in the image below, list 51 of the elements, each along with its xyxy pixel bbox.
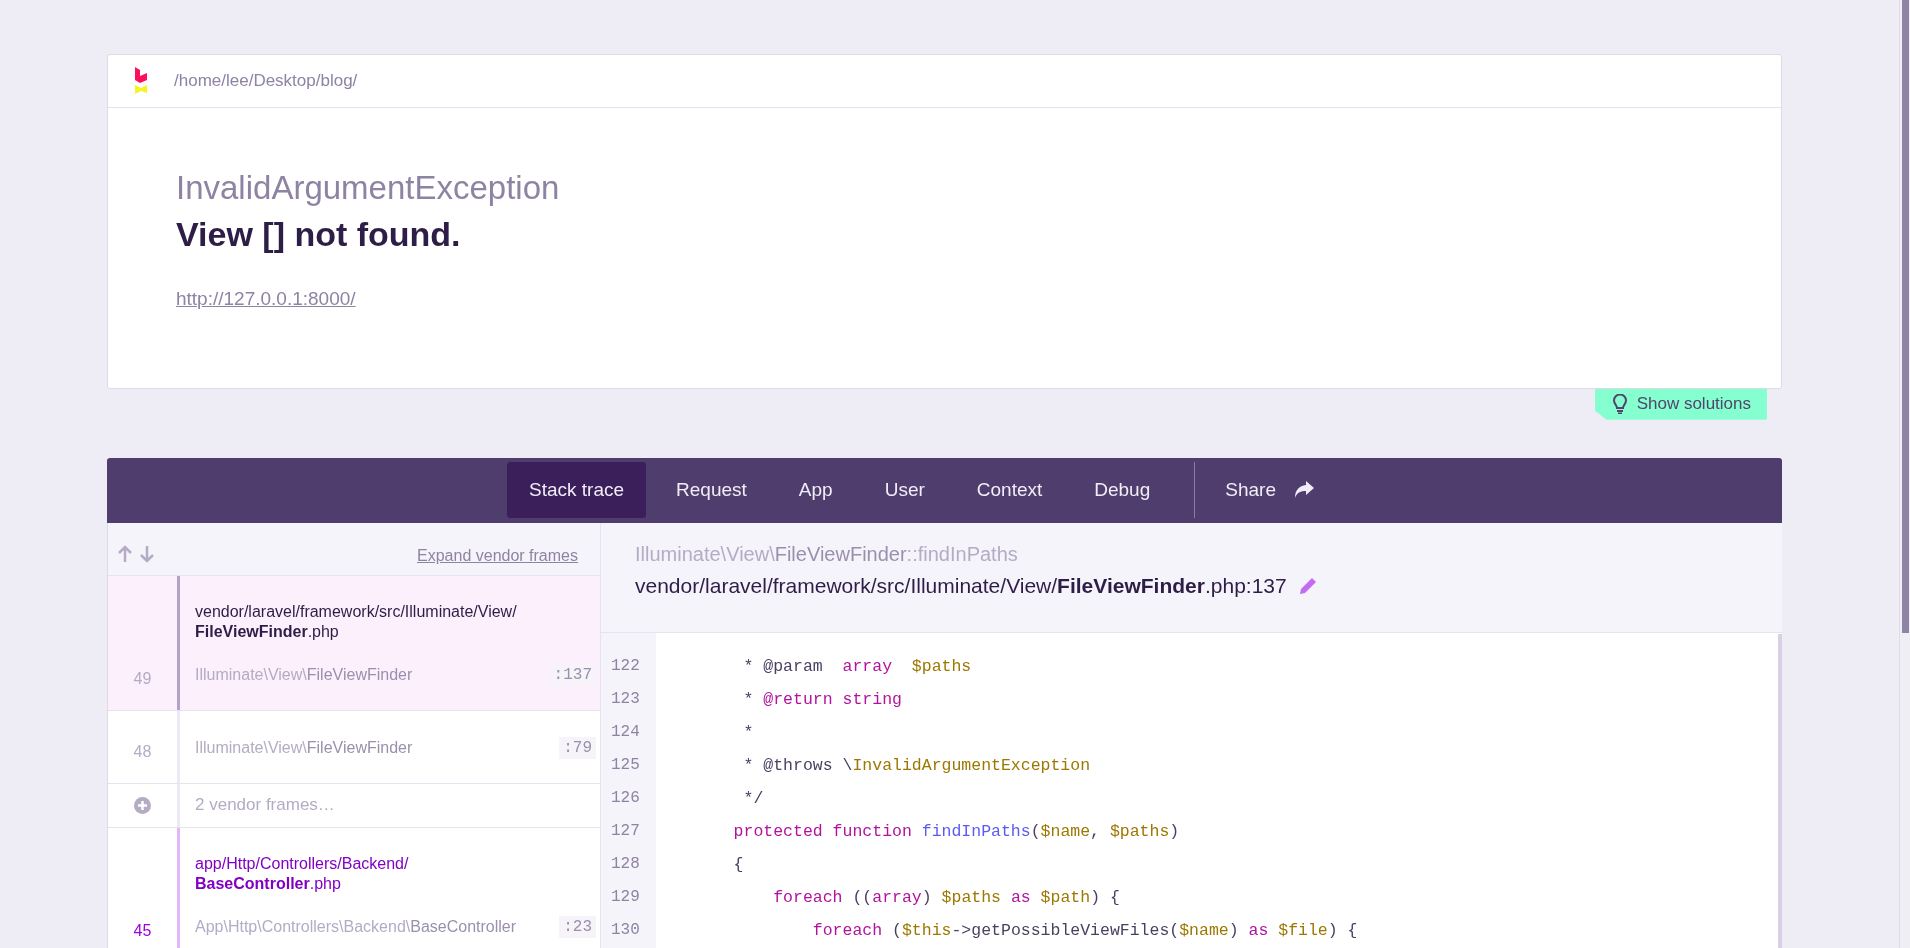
page-scrollbar[interactable] — [1899, 0, 1910, 948]
tab[interactable]: User — [862, 462, 947, 519]
frame-line-number: :79 — [559, 736, 596, 759]
code-line: { — [732, 853, 745, 876]
plus-circle-icon[interactable] — [134, 796, 151, 814]
tab[interactable]: Request — [654, 462, 769, 519]
tab[interactable]: Debug — [1072, 462, 1173, 519]
line-number: 127 — [610, 820, 641, 842]
show-solutions-button[interactable]: Show solutions — [1594, 388, 1767, 420]
code-line: * @return string — [742, 688, 903, 711]
code-line: protected function findInPaths($name, $paths) — [732, 820, 1181, 843]
frame-line-number: :23 — [559, 915, 596, 938]
line-number: 128 — [610, 853, 641, 875]
frame-class: Illuminate\View\FileViewFinder — [195, 738, 413, 757]
logo-icon — [134, 67, 148, 95]
code-line: foreach ((array) $paths as $path) { — [772, 886, 1121, 909]
code-line: * @param array $paths — [742, 655, 973, 678]
project-path: /home/lee/Desktop/blog/ — [174, 71, 358, 91]
line-number: 124 — [610, 721, 641, 743]
line-number: 123 — [610, 688, 641, 710]
source-file-path: vendor/laravel/framework/src/Illuminate/View/FileViewFinder.php:137 — [635, 573, 1287, 598]
share-button[interactable]: Share — [1213, 462, 1326, 519]
frame-class: Illuminate\View\FileViewFinder — [195, 665, 413, 684]
frame-number: 48 — [133, 742, 152, 762]
code-line: * — [742, 721, 755, 744]
scrollbar-thumb[interactable] — [1902, 0, 1909, 633]
pencil-icon[interactable] — [1298, 576, 1317, 595]
error-message: View [] not found. — [176, 213, 462, 255]
frame-class: App\Http\Controllers\Backend\BaseController — [195, 917, 517, 936]
code-line: foreach ($this->getPossibleViewFiles($name) as $file) { — [811, 919, 1359, 942]
frame-file-path: app/Http/Controllers/Backend/ BaseController.php — [195, 853, 410, 894]
line-number: 129 — [610, 886, 641, 908]
code-line: */ — [742, 787, 765, 810]
tab[interactable]: App — [776, 462, 855, 519]
frame-number: 49 — [133, 669, 152, 689]
lightbulb-icon — [1612, 394, 1627, 415]
request-url-link[interactable]: http://127.0.0.1:8000/ — [176, 287, 356, 310]
tab[interactable]: Stack trace — [507, 462, 647, 519]
code-line: * @throws \InvalidArgumentException — [742, 754, 1092, 777]
stack-frame[interactable]: 49 vendor/laravel/framework/src/Illuminate/View/ FileViewFinder.php Illuminate\View\FileViewFinder :137 — [108, 575, 600, 711]
frame-line-number: :137 — [549, 663, 596, 686]
line-number: 122 — [610, 655, 641, 677]
line-number: 125 — [610, 754, 641, 776]
frame-file-path: vendor/laravel/framework/src/Illuminate/View/ FileViewFinder.php — [195, 601, 518, 642]
frame-method: Illuminate\View\FileViewFinder::findInPaths — [635, 542, 1019, 566]
frame-number: 45 — [133, 921, 152, 941]
tab[interactable]: Context — [954, 462, 1065, 519]
share-icon — [1293, 481, 1314, 500]
line-number: 126 — [610, 787, 641, 809]
exception-class: InvalidArgumentException — [176, 168, 561, 208]
line-number: 130 — [610, 919, 641, 941]
